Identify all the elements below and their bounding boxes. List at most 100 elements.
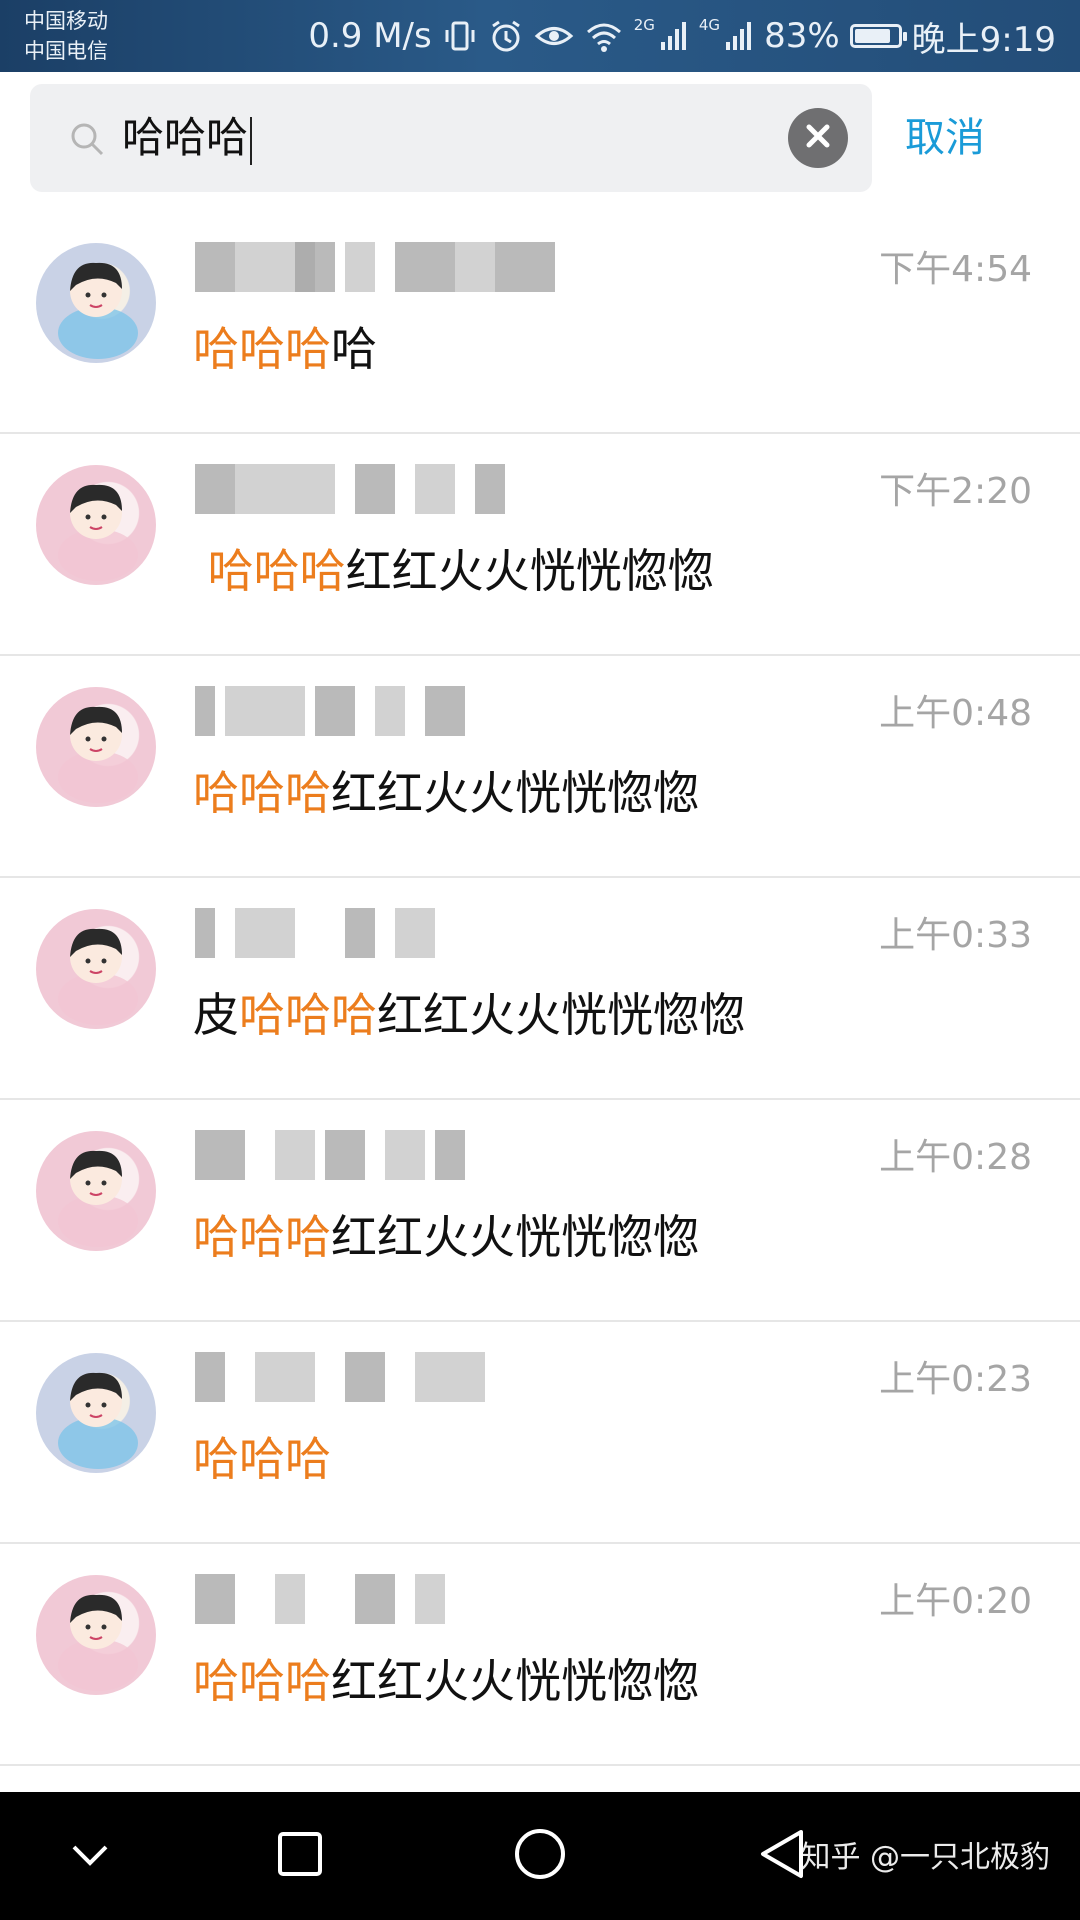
avatar bbox=[36, 909, 156, 1029]
blur-block bbox=[475, 464, 505, 514]
blur-block bbox=[195, 908, 215, 958]
blur-block bbox=[415, 1352, 485, 1402]
result-list: 下午4:54 哈哈哈哈 下午2:20 哈哈哈红红火火恍恍惚惚 上午0:48 哈哈哈红红火… bbox=[0, 212, 1080, 1766]
close-icon bbox=[803, 121, 833, 155]
blur-block bbox=[415, 1574, 445, 1624]
clock: 晚上9:19 bbox=[911, 19, 1056, 60]
search-query: 哈哈哈 bbox=[122, 113, 249, 162]
cancel-button[interactable]: 取消 bbox=[905, 108, 985, 168]
blur-block bbox=[455, 242, 495, 292]
message-preview: 哈哈哈红红火火恍恍惚惚 bbox=[193, 1649, 699, 1713]
match-highlight: 哈哈哈 bbox=[193, 1654, 331, 1708]
message-prefix: 皮 bbox=[193, 988, 239, 1042]
blur-block bbox=[495, 242, 555, 292]
avatar bbox=[36, 687, 156, 807]
blur-block bbox=[195, 1574, 235, 1624]
network-4g-label: 4G bbox=[698, 16, 721, 34]
net-speed: 0.9 M/s bbox=[308, 16, 432, 56]
message-time: 上午0:48 bbox=[879, 693, 1032, 734]
vibrate-icon bbox=[442, 18, 478, 54]
contact-name-blurred bbox=[195, 242, 555, 302]
signal-icon-1 bbox=[659, 18, 689, 54]
avatar bbox=[36, 243, 156, 363]
carrier-1: 中国移动 bbox=[24, 9, 108, 33]
blur-block bbox=[345, 908, 375, 958]
blur-block bbox=[355, 1574, 395, 1624]
blur-block bbox=[295, 242, 335, 292]
avatar bbox=[36, 1353, 156, 1473]
battery-level bbox=[854, 29, 890, 43]
text-caret bbox=[250, 116, 253, 165]
blur-block bbox=[225, 686, 305, 736]
carrier-info: 中国移动 中国电信 bbox=[24, 6, 108, 66]
message-prefix bbox=[193, 544, 208, 598]
match-highlight: 哈哈哈 bbox=[239, 988, 377, 1042]
blur-block bbox=[395, 242, 455, 292]
blur-block bbox=[195, 1130, 245, 1180]
message-time: 上午0:33 bbox=[879, 915, 1032, 956]
result-item[interactable]: 下午4:54 哈哈哈哈 bbox=[0, 212, 1080, 434]
result-item[interactable]: 上午0:33 皮哈哈哈红红火火恍恍惚惚 bbox=[0, 878, 1080, 1100]
chevron-down-icon bbox=[68, 1839, 112, 1873]
message-suffix: 哈 bbox=[331, 322, 377, 376]
watermark: 知乎 @一只北极豹 bbox=[800, 1840, 1050, 1875]
nav-hide-button[interactable] bbox=[60, 1826, 120, 1886]
blur-block bbox=[235, 464, 335, 514]
avatar bbox=[36, 1131, 156, 1251]
blur-block bbox=[355, 464, 395, 514]
message-time: 上午0:23 bbox=[879, 1359, 1032, 1400]
match-highlight: 哈哈哈 bbox=[193, 1210, 331, 1264]
contact-name-blurred bbox=[195, 464, 555, 524]
match-highlight: 哈哈哈 bbox=[193, 1432, 331, 1486]
navigation-bar: 知乎 @一只北极豹 bbox=[0, 1792, 1080, 1920]
blur-block bbox=[425, 686, 465, 736]
network-2g-label: 2G bbox=[633, 16, 655, 34]
blur-block bbox=[395, 908, 435, 958]
result-item[interactable]: 上午0:23 哈哈哈 bbox=[0, 1322, 1080, 1544]
message-suffix: 红红火火恍恍惚惚 bbox=[331, 1210, 699, 1264]
eye-comfort-icon bbox=[534, 18, 574, 54]
status-indicators: 0.9 M/s 2G 4G 83% 晚上9:19 bbox=[308, 0, 1056, 72]
result-item[interactable]: 上午0:20 哈哈哈红红火火恍恍惚惚 bbox=[0, 1544, 1080, 1766]
blur-block bbox=[415, 464, 455, 514]
nav-recents-button[interactable] bbox=[270, 1826, 330, 1886]
match-highlight: 哈哈哈 bbox=[193, 322, 331, 376]
blur-block bbox=[345, 242, 375, 292]
signal-icon-2 bbox=[724, 18, 754, 54]
nav-home-button[interactable] bbox=[510, 1826, 570, 1886]
blur-block bbox=[375, 686, 405, 736]
search-header: 哈哈哈 取消 bbox=[0, 72, 1080, 212]
message-time: 下午4:54 bbox=[879, 249, 1032, 290]
blur-block bbox=[385, 1130, 425, 1180]
result-item[interactable]: 上午0:28 哈哈哈红红火火恍恍惚惚 bbox=[0, 1100, 1080, 1322]
clear-button[interactable] bbox=[788, 108, 848, 168]
battery-percent: 83% bbox=[764, 16, 840, 56]
result-item[interactable]: 下午2:20 哈哈哈红红火火恍恍惚惚 bbox=[0, 434, 1080, 656]
message-preview: 哈哈哈红红火火恍恍惚惚 bbox=[193, 761, 699, 825]
circle-icon bbox=[513, 1827, 567, 1885]
contact-name-blurred bbox=[195, 1574, 555, 1634]
contact-name-blurred bbox=[195, 686, 555, 746]
result-item[interactable]: 上午0:48 哈哈哈红红火火恍恍惚惚 bbox=[0, 656, 1080, 878]
blur-block bbox=[255, 1352, 315, 1402]
carrier-2: 中国电信 bbox=[24, 39, 108, 63]
contact-name-blurred bbox=[195, 908, 555, 968]
message-suffix: 红红火火恍恍惚惚 bbox=[377, 988, 745, 1042]
search-box[interactable]: 哈哈哈 bbox=[30, 84, 872, 192]
wifi-icon bbox=[584, 18, 624, 54]
contact-name-blurred bbox=[195, 1352, 555, 1412]
blur-block bbox=[195, 686, 215, 736]
blur-block bbox=[275, 1130, 315, 1180]
message-time: 上午0:20 bbox=[879, 1581, 1032, 1622]
square-icon bbox=[276, 1830, 324, 1882]
message-time: 下午2:20 bbox=[879, 471, 1032, 512]
blur-block bbox=[195, 464, 235, 514]
message-preview: 皮哈哈哈红红火火恍恍惚惚 bbox=[193, 983, 745, 1047]
alarm-icon bbox=[488, 18, 524, 54]
blur-block bbox=[195, 242, 235, 292]
contact-name-blurred bbox=[195, 1130, 555, 1190]
search-input[interactable]: 哈哈哈 bbox=[122, 108, 253, 168]
blur-block bbox=[435, 1130, 465, 1180]
message-preview: 哈哈哈红红火火恍恍惚惚 bbox=[193, 1205, 699, 1269]
blur-block bbox=[195, 1352, 225, 1402]
